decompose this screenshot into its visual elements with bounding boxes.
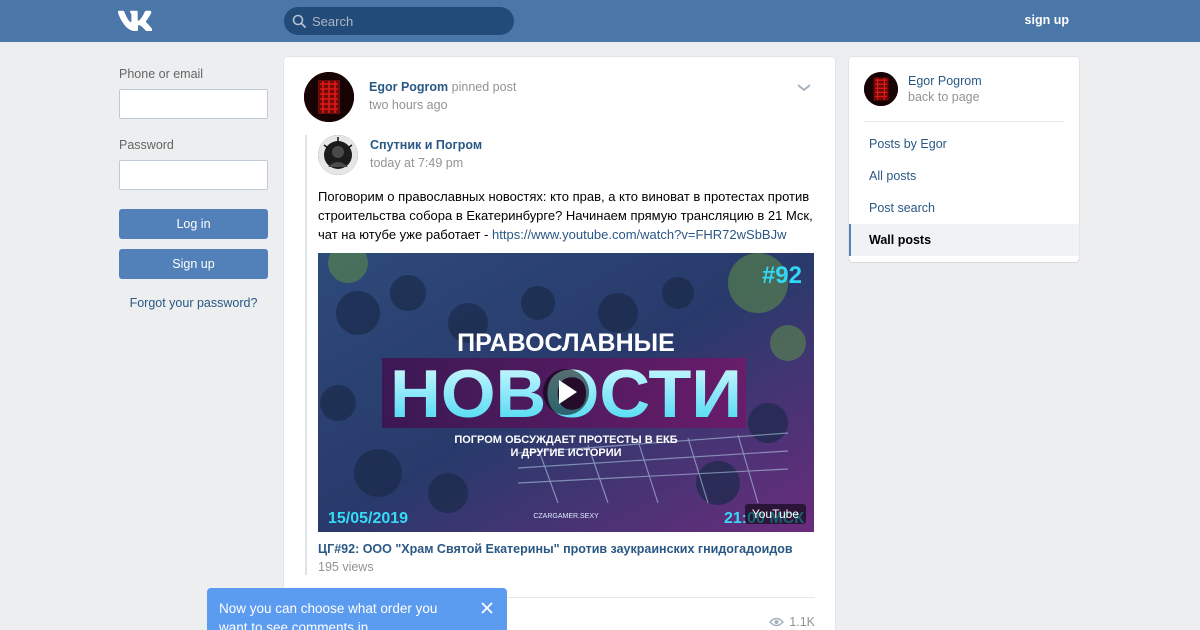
overlay-date: 15/05/2019 bbox=[328, 510, 408, 527]
overlay-subtitle-2: И ДРУГИЕ ИСТОРИИ bbox=[510, 447, 621, 459]
overlay-subtitle-1: ПОГРОМ ОБСУЖДАЕТ ПРОТЕСТЫ В ЕКБ bbox=[454, 434, 677, 446]
close-icon[interactable] bbox=[481, 602, 493, 614]
sidebar-item-wall-posts[interactable]: Wall posts bbox=[849, 224, 1079, 256]
youtube-badge: YouTube bbox=[744, 504, 806, 524]
pinned-label: pinned post bbox=[451, 80, 517, 94]
chevron-down-icon[interactable] bbox=[796, 83, 812, 93]
comments-order-tooltip: Now you can choose what order you want t… bbox=[207, 588, 507, 630]
search-bar[interactable] bbox=[284, 7, 514, 35]
password-input[interactable] bbox=[119, 160, 268, 190]
overlay-heading: ПРАВОСЛАВНЫЕ bbox=[457, 329, 675, 357]
repost-avatar-image bbox=[318, 135, 358, 175]
sidebar-divider bbox=[864, 121, 1064, 122]
author-avatar-image bbox=[304, 72, 354, 122]
repost-author-link[interactable]: Спутник и Погром bbox=[370, 138, 482, 152]
sidebar-item-post-search[interactable]: Post search bbox=[849, 192, 1079, 224]
sidebar-item-posts-by-egor[interactable]: Posts by Egor bbox=[849, 128, 1079, 160]
video-views: 195 views bbox=[318, 560, 374, 574]
pinned-post: Egor Pogrom pinned post two hours ago Сп… bbox=[284, 57, 835, 630]
video-title-link[interactable]: ЦГ#92: ООО "Храм Святой Екатерины" проти… bbox=[318, 542, 793, 556]
tooltip-text: Now you can choose what order you want t… bbox=[219, 601, 438, 630]
phone-input[interactable] bbox=[119, 89, 268, 119]
top-bar: sign up bbox=[0, 0, 1200, 42]
sidebar-avatar-image bbox=[864, 72, 898, 106]
password-label: Password bbox=[119, 138, 174, 152]
video-thumbnail[interactable]: #92 ПРАВОСЛАВНЫЕ НОВОСТИ ПОГРОМ ОБСУЖДАЕ… bbox=[318, 253, 814, 532]
eye-icon bbox=[769, 617, 785, 627]
signup-link[interactable]: sign up bbox=[1025, 13, 1069, 27]
back-to-page-link[interactable]: back to page bbox=[908, 90, 980, 104]
post-text: Поговорим о православных новостях: кто п… bbox=[318, 187, 818, 244]
sidebar-name-link[interactable]: Egor Pogrom bbox=[908, 74, 982, 88]
repost-time[interactable]: today at 7:49 pm bbox=[370, 156, 463, 170]
sidebar-item-all-posts[interactable]: All posts bbox=[849, 160, 1079, 192]
youtube-link[interactable]: https://www.youtube.com/watch?v=FHR72wSb… bbox=[492, 227, 786, 242]
login-form: Phone or email Password Log in Sign up F… bbox=[119, 67, 268, 310]
forgot-password-link[interactable]: Forgot your password? bbox=[119, 296, 268, 310]
author-avatar[interactable] bbox=[304, 72, 354, 122]
repost-divider bbox=[305, 135, 307, 575]
author-name-link[interactable]: Egor Pogrom bbox=[369, 80, 448, 94]
search-icon bbox=[292, 14, 306, 28]
repost-avatar[interactable] bbox=[318, 135, 358, 175]
vk-logo-icon[interactable] bbox=[118, 10, 152, 31]
sidebar-avatar[interactable] bbox=[864, 72, 898, 106]
login-button[interactable]: Log in bbox=[119, 209, 268, 239]
sidebar-menu: Posts by Egor All posts Post search Wall… bbox=[849, 128, 1079, 256]
search-input[interactable] bbox=[312, 13, 502, 29]
views-count-text: 1.1K bbox=[789, 615, 815, 629]
overlay-channel: CZARGAMER.SEXY bbox=[533, 513, 599, 520]
post-time[interactable]: two hours ago bbox=[369, 98, 448, 112]
post-views: 1.1K bbox=[769, 615, 815, 629]
signup-button[interactable]: Sign up bbox=[119, 249, 268, 279]
wall-menu: Egor Pogrom back to page Posts by Egor A… bbox=[849, 57, 1079, 262]
video-preview-image: #92 ПРАВОСЛАВНЫЕ НОВОСТИ ПОГРОМ ОБСУЖДАЕ… bbox=[318, 253, 814, 532]
episode-number: #92 bbox=[762, 262, 802, 289]
post-header: Egor Pogrom pinned post bbox=[369, 80, 516, 94]
phone-label: Phone or email bbox=[119, 67, 204, 81]
